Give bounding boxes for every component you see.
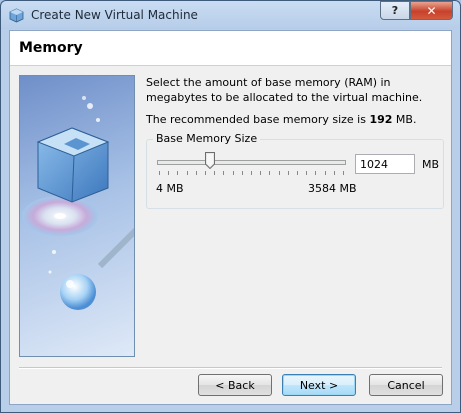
virtualbox-wizard-illustration bbox=[19, 75, 135, 357]
slider-tick bbox=[324, 171, 326, 175]
recommended-memory-text: The recommended base memory size is 192 … bbox=[146, 113, 416, 126]
memory-slider-ticks bbox=[159, 171, 344, 175]
page-description: Select the amount of base memory (RAM) i… bbox=[146, 76, 423, 104]
recommended-memory-value: 192 bbox=[369, 113, 393, 126]
slider-tick bbox=[186, 171, 188, 175]
page-title: Memory bbox=[19, 40, 83, 56]
memory-slider-track[interactable] bbox=[157, 160, 346, 165]
recommend-suffix: MB. bbox=[392, 113, 417, 126]
memory-slider-thumb[interactable] bbox=[205, 152, 216, 169]
illustration-art bbox=[22, 96, 134, 310]
memory-min-label: 4 MB bbox=[156, 182, 184, 195]
dialog-window: Create New Virtual Machine ? ✕ Memory Se… bbox=[0, 0, 461, 413]
slider-tick bbox=[195, 171, 197, 175]
slider-tick bbox=[177, 171, 179, 175]
slider-tick bbox=[297, 171, 298, 175]
help-button[interactable]: ? bbox=[380, 1, 410, 20]
memory-unit-label: MB bbox=[422, 158, 440, 171]
window-title: Create New Virtual Machine bbox=[31, 8, 198, 22]
slider-tick bbox=[232, 171, 234, 175]
slider-tick bbox=[287, 171, 289, 175]
slider-tick bbox=[306, 171, 308, 175]
slider-tick bbox=[343, 171, 344, 175]
base-memory-group-label: Base Memory Size bbox=[153, 132, 261, 145]
button-divider bbox=[19, 367, 442, 369]
slider-tick bbox=[333, 171, 335, 175]
cancel-button[interactable]: Cancel bbox=[369, 374, 443, 396]
slider-tick bbox=[205, 171, 206, 175]
virtualbox-app-icon bbox=[9, 8, 24, 23]
next-button[interactable]: Next > bbox=[282, 374, 356, 396]
slider-tick bbox=[251, 171, 252, 175]
header-band: Memory bbox=[10, 31, 451, 66]
slider-tick bbox=[315, 171, 317, 175]
slider-tick bbox=[278, 171, 280, 175]
help-icon: ? bbox=[391, 4, 399, 17]
slider-tick bbox=[159, 171, 160, 175]
slider-tick bbox=[214, 171, 216, 175]
back-button[interactable]: < Back bbox=[198, 374, 272, 396]
memory-size-input[interactable] bbox=[355, 154, 415, 174]
slider-tick bbox=[260, 171, 262, 175]
slider-tick bbox=[269, 171, 271, 175]
recommend-prefix: The recommended base memory size is bbox=[146, 113, 370, 126]
title-bar: Create New Virtual Machine ? ✕ bbox=[1, 1, 460, 30]
base-memory-group: Base Memory Size 4 MB 3584 MB MB bbox=[146, 132, 444, 209]
slider-tick bbox=[168, 171, 170, 175]
dialog-client-area: Memory Select the amount of base memory … bbox=[9, 30, 452, 405]
close-button[interactable]: ✕ bbox=[410, 1, 453, 20]
memory-max-label: 3584 MB bbox=[308, 182, 357, 195]
slider-tick bbox=[241, 171, 243, 175]
slider-tick bbox=[223, 171, 225, 175]
close-icon: ✕ bbox=[426, 3, 437, 18]
